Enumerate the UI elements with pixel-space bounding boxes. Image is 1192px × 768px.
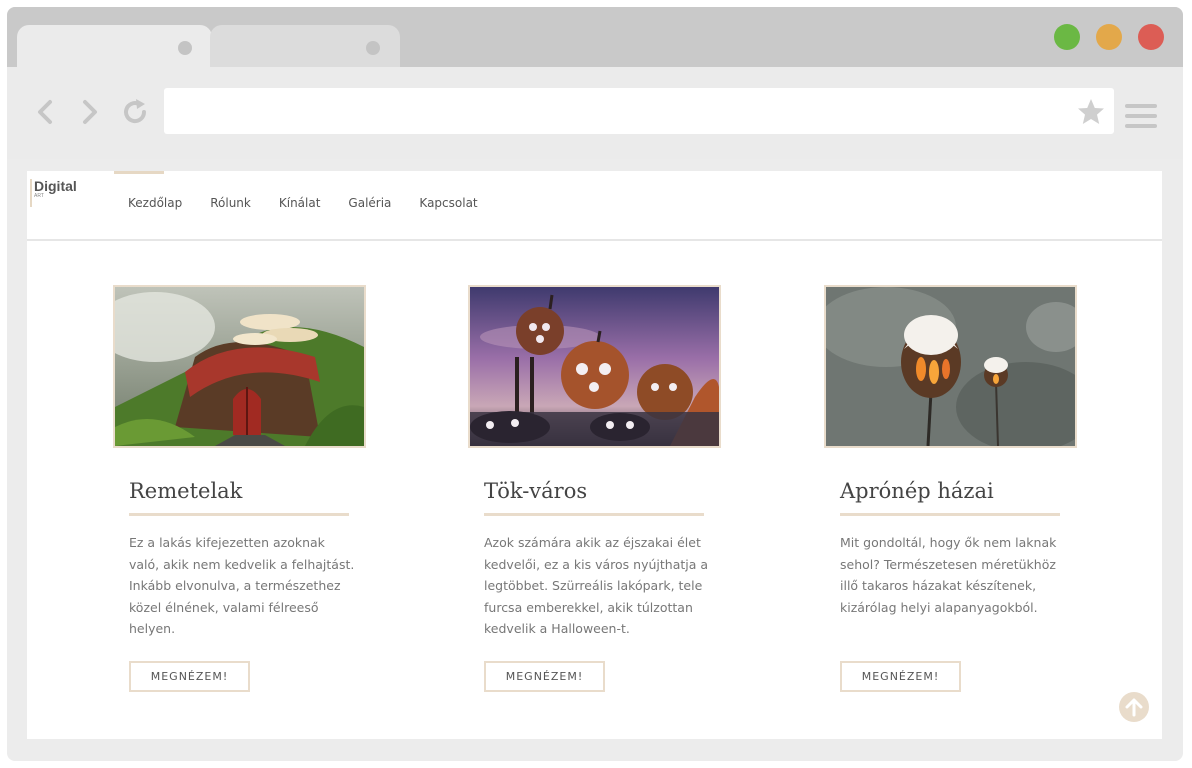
address-bar[interactable] (164, 88, 1114, 134)
nav-item-galeria[interactable]: Galéria (334, 171, 405, 241)
forward-button[interactable] (74, 97, 104, 127)
card-description: Azok számára akik az éjszakai élet kedve… (484, 535, 709, 636)
product-card: Remetelak Ez a lakás kifejezetten azokna… (113, 285, 366, 692)
card-description: Mit gondoltál, hogy ők nem laknak sehol?… (840, 535, 1057, 615)
chevron-left-icon (38, 100, 52, 124)
little-folk-houses-illustration (826, 287, 1075, 446)
browser-window: Digital ART Kezdőlap Rólunk Kínálat Galé… (7, 7, 1183, 761)
nav-item-kezdolap[interactable]: Kezdőlap (114, 171, 196, 241)
nav-item-kapcsolat[interactable]: Kapcsolat (405, 171, 491, 241)
card-title: Tök-város (484, 479, 704, 516)
site-logo[interactable]: Digital ART (30, 179, 90, 207)
close-button[interactable] (1138, 24, 1164, 50)
card-image-little-folk-houses[interactable] (824, 285, 1077, 448)
reload-icon (124, 99, 147, 124)
logo-text: Digital (34, 178, 77, 194)
main-nav: Kezdőlap Rólunk Kínálat Galéria Kapcsola… (114, 171, 492, 241)
card-title: Aprónép házai (840, 479, 1060, 516)
tab-bar (7, 7, 1183, 67)
product-card: Tök-város Azok számára akik az éjszakai … (468, 285, 721, 692)
back-button[interactable] (31, 97, 61, 127)
scroll-to-top-icon[interactable] (1119, 692, 1149, 722)
reload-button[interactable] (120, 97, 150, 127)
browser-toolbar (7, 67, 1183, 159)
browser-tab-active[interactable] (17, 25, 212, 67)
web-page: Digital ART Kezdőlap Rólunk Kínálat Galé… (27, 171, 1162, 739)
browser-tab-inactive[interactable] (210, 25, 400, 67)
nav-item-rolunk[interactable]: Rólunk (196, 171, 265, 241)
view-button[interactable]: MEGNÉZEM! (129, 661, 250, 692)
tab-close-dot[interactable] (366, 41, 380, 55)
view-button[interactable]: MEGNÉZEM! (840, 661, 961, 692)
product-card: Aprónép házai Mit gondoltál, hogy ők nem… (824, 285, 1077, 692)
tab-close-dot[interactable] (178, 41, 192, 55)
card-image-pumpkin-town[interactable] (468, 285, 721, 448)
view-button[interactable]: MEGNÉZEM! (484, 661, 605, 692)
card-description: Ez a lakás kifejezetten azoknak való, ak… (129, 535, 355, 636)
chevron-right-icon (83, 100, 97, 124)
hermit-house-illustration (115, 287, 364, 446)
nav-item-kinalat[interactable]: Kínálat (265, 171, 335, 241)
card-image-hermit-house[interactable] (113, 285, 366, 448)
pumpkin-town-illustration (470, 287, 719, 446)
site-header: Digital ART Kezdőlap Rólunk Kínálat Galé… (27, 171, 1162, 241)
star-icon[interactable] (1076, 97, 1106, 127)
maximize-button[interactable] (1054, 24, 1080, 50)
card-title: Remetelak (129, 479, 349, 516)
minimize-button[interactable] (1096, 24, 1122, 50)
hamburger-menu-icon[interactable] (1125, 104, 1157, 130)
url-input[interactable] (178, 88, 1058, 134)
